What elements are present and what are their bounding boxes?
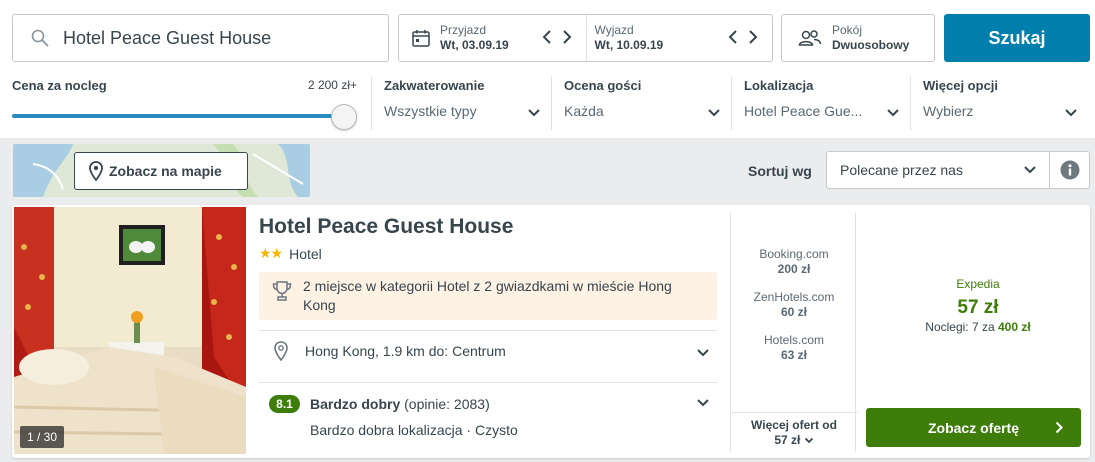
hotel-location[interactable]: Hong Kong, 1.9 km do: Centrum: [274, 341, 506, 361]
deal-price: 60 zł: [780, 305, 807, 319]
deal-provider: ZenHotels.com: [753, 290, 835, 304]
show-map-label: Zobacz na mapie: [109, 163, 222, 179]
guest-rating-filter[interactable]: Ocena gości Każda: [551, 76, 731, 130]
trophy-icon: [272, 281, 292, 301]
price-filter-label: Cena za nocleg: [12, 78, 107, 93]
checkout-field[interactable]: Wyjazd Wt, 10.09.19: [585, 15, 773, 61]
guest-rating-filter-label: Ocena gości: [564, 78, 642, 93]
rating-count: (opinie: 2083): [404, 396, 490, 412]
best-deal-nights-prefix: Noclegi: 7 za: [925, 320, 995, 334]
calendar-icon: [412, 30, 430, 47]
deal-provider: Hotels.com: [763, 333, 825, 347]
deal-item[interactable]: Hotels.com 63 zł: [731, 333, 857, 363]
room-selector[interactable]: Pokój Dwuosobowy: [781, 14, 935, 62]
view-deal-label: Zobacz ofertę: [927, 419, 1019, 436]
results-area: Zobacz na mapie Sortuj wg Polecane przez…: [0, 138, 1095, 462]
search-button[interactable]: Szukaj: [944, 14, 1090, 62]
accommodation-filter-label: Zakwaterowanie: [384, 78, 485, 93]
info-button[interactable]: [1049, 151, 1090, 189]
room-value: Dwuosobowy: [832, 38, 910, 52]
rating-score-badge: 8.1: [269, 395, 300, 413]
checkout-label: Wyjazd: [594, 23, 634, 37]
photo-counter: 1 / 30: [20, 426, 65, 448]
hotel-type: Hotel: [289, 245, 322, 262]
rating-label: Bardzo dobry: [310, 396, 401, 412]
more-offers-price: 57 zł: [774, 433, 801, 447]
price-slider-track[interactable]: [12, 114, 342, 118]
chevron-down-icon[interactable]: [696, 398, 710, 407]
accommodation-filter[interactable]: Zakwaterowanie Wszystkie typy: [371, 76, 551, 130]
hotel-photo[interactable]: 1 / 30: [14, 207, 246, 454]
divider: [259, 330, 717, 331]
deal-item[interactable]: ZenHotels.com 60 zł: [731, 290, 857, 320]
other-deals: Booking.com 200 zł ZenHotels.com 60 zł H…: [730, 213, 857, 452]
hotel-info: Hotel Peace Guest House ★★ Hotel 2 miejs…: [259, 205, 718, 458]
map-pin-icon: [274, 341, 288, 361]
chevron-right-icon[interactable]: [748, 29, 758, 45]
best-deal-nights-total: 400 zł: [998, 320, 1031, 334]
deal-provider: Booking.com: [759, 247, 829, 261]
guests-icon: [798, 30, 822, 46]
hotel-name[interactable]: Hotel Peace Guest House: [259, 215, 513, 239]
deal-price: 63 zł: [780, 348, 807, 362]
price-filter-max: 2 200 zł+: [307, 78, 357, 92]
hotel-card: 1 / 30 Hotel Peace Guest House ★★ Hotel …: [12, 205, 1090, 458]
best-deal-price: 57 zł: [957, 297, 999, 318]
chevron-right-icon: [1055, 421, 1063, 434]
filter-bar: Cena za nocleg 2 200 zł+ Zakwaterowanie …: [0, 72, 1095, 138]
chevron-down-icon: [708, 109, 720, 117]
chevron-down-icon: [1024, 166, 1036, 174]
location-filter[interactable]: Lokalizacja Hotel Peace Gue...: [731, 76, 910, 130]
search-bar: Hotel Peace Guest House Przyjazd Wt, 03.…: [0, 0, 1095, 72]
checkin-field[interactable]: Przyjazd Wt, 03.09.19: [399, 15, 586, 61]
best-deal-provider: Expedia: [956, 277, 1000, 291]
chevron-down-icon: [1065, 109, 1077, 117]
deal-price: 200 zł: [777, 262, 811, 276]
room-label: Pokój: [832, 23, 863, 37]
guest-rating-filter-value: Każda: [564, 103, 604, 119]
hotel-location-text: Hong Kong, 1.9 km do: Centrum: [305, 343, 506, 359]
rating-summary[interactable]: Bardzo dobry (opinie: 2083): [310, 396, 490, 412]
checkin-value: Wt, 03.09.19: [440, 38, 509, 52]
search-input[interactable]: Hotel Peace Guest House: [12, 14, 389, 62]
view-deal-button[interactable]: Zobacz ofertę: [866, 408, 1081, 447]
chevron-down-icon: [528, 109, 540, 117]
more-offers-label: Więcej ofert od: [751, 418, 837, 432]
star-rating-icon: ★★: [259, 245, 283, 261]
checkin-label: Przyjazd: [440, 23, 487, 37]
sort-label: Sortuj wg: [748, 163, 812, 179]
accommodation-filter-value: Wszystkie typy: [384, 103, 477, 119]
more-offers-button[interactable]: Więcej ofert od 57 zł: [731, 412, 857, 448]
chevron-down-icon[interactable]: [696, 348, 710, 357]
date-picker: Przyjazd Wt, 03.09.19 Wyjazd Wt, 10.09.1…: [398, 14, 773, 62]
best-deal: Expedia 57 zł Noclegi: 7 za 400 zł Zobac…: [866, 205, 1090, 458]
show-map-button[interactable]: Zobacz na mapie: [74, 152, 248, 190]
chevron-down-icon: [804, 437, 813, 444]
price-slider-handle[interactable]: [331, 104, 357, 130]
deal-item[interactable]: Booking.com 200 zł: [731, 247, 857, 277]
info-icon: [1060, 160, 1079, 180]
chevron-right-icon[interactable]: [562, 29, 572, 45]
search-input-value: Hotel Peace Guest House: [63, 27, 272, 48]
checkout-value: Wt, 10.09.19: [594, 38, 664, 52]
search-icon: [31, 29, 49, 47]
rating-highlights: Bardzo dobra lokalizacja · Czysto: [310, 422, 518, 438]
award-text: 2 miejsce w kategorii Hotel z 2 gwiazdka…: [303, 278, 672, 313]
award-banner: 2 miejsce w kategorii Hotel z 2 gwiazdka…: [259, 272, 717, 320]
location-filter-label: Lokalizacja: [744, 78, 814, 93]
sort-select[interactable]: Polecane przez nas: [826, 151, 1050, 189]
best-deal-nights: Noclegi: 7 za 400 zł: [866, 320, 1090, 334]
map-pin-icon: [89, 161, 103, 181]
sort-select-value: Polecane przez nas: [840, 162, 963, 178]
divider: [259, 382, 717, 383]
price-filter: Cena za nocleg 2 200 zł+: [12, 78, 357, 130]
chevron-down-icon: [887, 109, 899, 117]
more-options-filter[interactable]: Więcej opcji Wybierz: [910, 76, 1088, 130]
more-options-filter-label: Więcej opcji: [923, 78, 999, 93]
chevron-left-icon[interactable]: [728, 29, 738, 45]
hotel-stars: ★★ Hotel: [259, 245, 322, 262]
chevron-left-icon[interactable]: [542, 29, 552, 45]
